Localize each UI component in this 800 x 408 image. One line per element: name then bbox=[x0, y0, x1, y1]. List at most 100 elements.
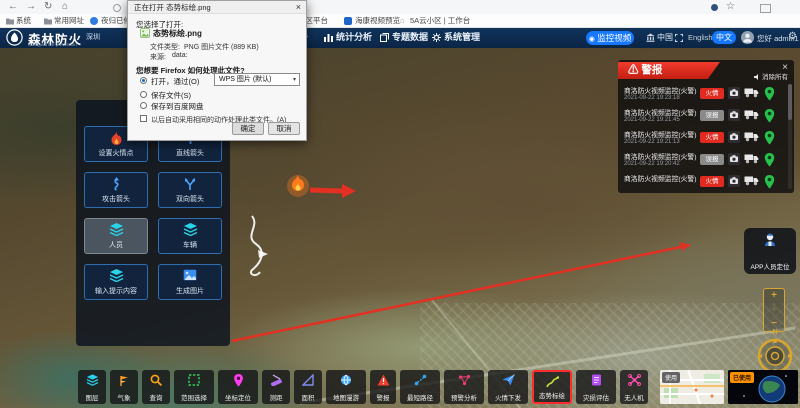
alarm-close-icon[interactable]: × bbox=[782, 62, 788, 74]
tool-attack-arrow[interactable]: 攻击箭头 bbox=[84, 172, 148, 208]
earth-view-thumbnail[interactable]: 已使用 bbox=[728, 370, 798, 404]
locate-pin-icon[interactable] bbox=[764, 175, 775, 189]
red-plot-line[interactable] bbox=[232, 245, 690, 341]
ok-button[interactable]: 确定 bbox=[232, 122, 264, 135]
remember-checkbox[interactable] bbox=[140, 115, 147, 122]
bookmark-item[interactable]: 5A云小区 | 工作台 bbox=[410, 14, 470, 27]
tool-vehicle[interactable]: 车辆 bbox=[158, 218, 222, 254]
street-map-thumbnail[interactable]: 使用 bbox=[660, 370, 724, 404]
radio-save-baidu-label[interactable]: 保存到百度网盘 bbox=[151, 101, 204, 112]
toolbar-measure-distance[interactable]: 测距 bbox=[262, 370, 290, 404]
alarm-row[interactable]: 商洛防火视频监控(火警) 火情 bbox=[624, 172, 788, 193]
alarm-row[interactable]: 商洛防火视频监控(火警) 2021-09-22 19:21:13 火情 bbox=[624, 128, 788, 150]
app-person-locate-button[interactable]: APP人员定位 bbox=[744, 228, 796, 274]
radio-save-file-label[interactable]: 保存文件(S) bbox=[151, 90, 191, 101]
radio-save-file[interactable] bbox=[140, 91, 147, 98]
cancel-button[interactable]: 取消 bbox=[268, 122, 300, 135]
lang-chinese[interactable]: 中文 bbox=[712, 31, 736, 44]
screen: 200 m APP人员定位 + ○ − N bbox=[0, 0, 800, 408]
vehicle-icon[interactable] bbox=[744, 175, 759, 186]
alarm-clear-all-button[interactable]: 消除所有 bbox=[754, 74, 788, 82]
camera-icon[interactable] bbox=[728, 175, 740, 187]
alarm-row[interactable]: 商洛防火视频监控(火警) 2021-09-22 19:23:18 火情 bbox=[624, 84, 788, 106]
camera-icon[interactable] bbox=[728, 87, 740, 99]
monitor-video-button[interactable]: ◉ 监控视频 bbox=[586, 31, 634, 45]
menu-system-manage[interactable]: 系统管理 bbox=[444, 27, 480, 48]
radio-open-with-label[interactable]: 打开，通过(O) bbox=[151, 76, 199, 87]
radio-open-with[interactable] bbox=[140, 77, 147, 84]
camera-icon[interactable] bbox=[728, 153, 740, 165]
toolbar-damage-assess[interactable]: 灾损评估 bbox=[576, 370, 616, 404]
toolbar-range-select[interactable]: 范围选择 bbox=[174, 370, 214, 404]
status-badge: 火情 bbox=[700, 132, 724, 143]
bookmark-item[interactable]: 系统 bbox=[16, 14, 31, 27]
tool-generate-image[interactable]: 生成图片 bbox=[158, 264, 222, 300]
locate-pin-icon[interactable] bbox=[764, 109, 775, 123]
camera-icon[interactable] bbox=[728, 131, 740, 143]
bookmark-item[interactable]: 常用网址 bbox=[54, 14, 84, 27]
vehicle-icon[interactable] bbox=[744, 109, 759, 120]
toolbar-layers[interactable]: 图层 bbox=[78, 370, 106, 404]
toolbar-drone[interactable]: 无人机 bbox=[620, 370, 648, 404]
avatar[interactable] bbox=[741, 31, 754, 44]
tool-double-arrow[interactable]: 双向箭头 bbox=[158, 172, 222, 208]
toolbar-warning-analysis[interactable]: 预警分析 bbox=[444, 370, 484, 404]
tool-input-hint[interactable]: 输入提示内容 bbox=[84, 264, 148, 300]
menu-special-data[interactable]: 专题数据 bbox=[392, 27, 428, 48]
compass-north-label: N bbox=[753, 329, 797, 336]
bookmark-item[interactable]: 海康视频预览 bbox=[355, 14, 400, 27]
file-image-icon bbox=[140, 28, 150, 38]
white-plot-squiggle[interactable] bbox=[251, 216, 262, 275]
tool-personnel[interactable]: 人员 bbox=[84, 218, 148, 254]
back-icon[interactable]: ← bbox=[8, 0, 18, 14]
lang-english[interactable]: English bbox=[688, 33, 713, 42]
open-with-select[interactable]: WPS 图片 (默认) ▾ bbox=[214, 73, 300, 86]
alarm-title: 警报 bbox=[641, 64, 662, 76]
camera-icon[interactable] bbox=[728, 109, 740, 121]
vehicle-icon[interactable] bbox=[744, 87, 759, 98]
toolbar-situation-plot[interactable]: 态势标绘 bbox=[532, 370, 572, 404]
alarm-clear-all-label: 消除所有 bbox=[762, 74, 788, 81]
red-arrow[interactable] bbox=[310, 190, 342, 191]
country-label[interactable]: 中国 bbox=[657, 27, 673, 48]
forward-icon[interactable]: → bbox=[26, 0, 36, 14]
vehicle-icon[interactable] bbox=[744, 153, 759, 164]
toolbar-search[interactable]: 查询 bbox=[142, 370, 170, 404]
extension-icon[interactable] bbox=[711, 4, 718, 11]
alarm-row[interactable]: 商洛防火视频监控(火警) 2021-09-22 19:20:42 误报 bbox=[624, 150, 788, 172]
zoom-reset-button[interactable]: ○ bbox=[764, 303, 784, 317]
toolbar-alarm[interactable]: 警报 bbox=[370, 370, 396, 404]
vehicle-icon[interactable] bbox=[744, 131, 759, 142]
status-badge: 火情 bbox=[700, 176, 724, 187]
toolbar-measure-area[interactable]: 面积 bbox=[294, 370, 322, 404]
file-type-label: 文件类型: bbox=[150, 42, 180, 52]
menu-statistics[interactable]: 统计分析 bbox=[336, 27, 372, 48]
toolbar-map-roam[interactable]: 地图漫游 bbox=[326, 370, 366, 404]
home-icon[interactable]: ⌂ bbox=[62, 0, 68, 14]
alarm-scrollbar-thumb[interactable] bbox=[788, 84, 792, 120]
remember-checkbox-label[interactable]: 以后自动采用相同的动作处理此类文件。(A) bbox=[151, 115, 286, 125]
locate-pin-icon[interactable] bbox=[764, 153, 775, 167]
radio-save-baidu[interactable] bbox=[140, 102, 147, 109]
dialog-close-icon[interactable]: × bbox=[296, 1, 301, 14]
toolbar-shortest-path[interactable]: 最短路径 bbox=[400, 370, 440, 404]
reload-icon[interactable]: ↻ bbox=[44, 0, 52, 14]
locate-pin-icon[interactable] bbox=[764, 131, 775, 145]
browser-toolbar: ← → ↻ ⌂ ☆ bbox=[0, 0, 800, 15]
window-icon[interactable] bbox=[760, 4, 771, 13]
white-plot-marker bbox=[258, 250, 268, 258]
bookmark-star-icon[interactable]: ☆ bbox=[726, 0, 735, 14]
system-gear-icon bbox=[432, 33, 441, 42]
settings-gear-icon[interactable]: ⚙ bbox=[788, 31, 797, 42]
toolbar-fire-dispatch[interactable]: 火情下发 bbox=[488, 370, 528, 404]
search-icon bbox=[150, 374, 162, 386]
alarm-row[interactable]: 商洛防火视频监控(火警) 2021-09-22 19:21:45 误报 bbox=[624, 106, 788, 128]
toolbar-weather[interactable]: 气象 bbox=[110, 370, 138, 404]
alarm-scrollbar[interactable] bbox=[788, 84, 792, 189]
zoom-in-button[interactable]: + bbox=[764, 289, 784, 303]
locate-pin-icon[interactable] bbox=[764, 87, 775, 101]
fullscreen-icon[interactable] bbox=[675, 34, 683, 42]
toolbar-label: 测距 bbox=[262, 392, 290, 402]
toolbar-label: 火情下发 bbox=[488, 392, 528, 402]
toolbar-coordinate-locate[interactable]: 坐标定位 bbox=[218, 370, 258, 404]
